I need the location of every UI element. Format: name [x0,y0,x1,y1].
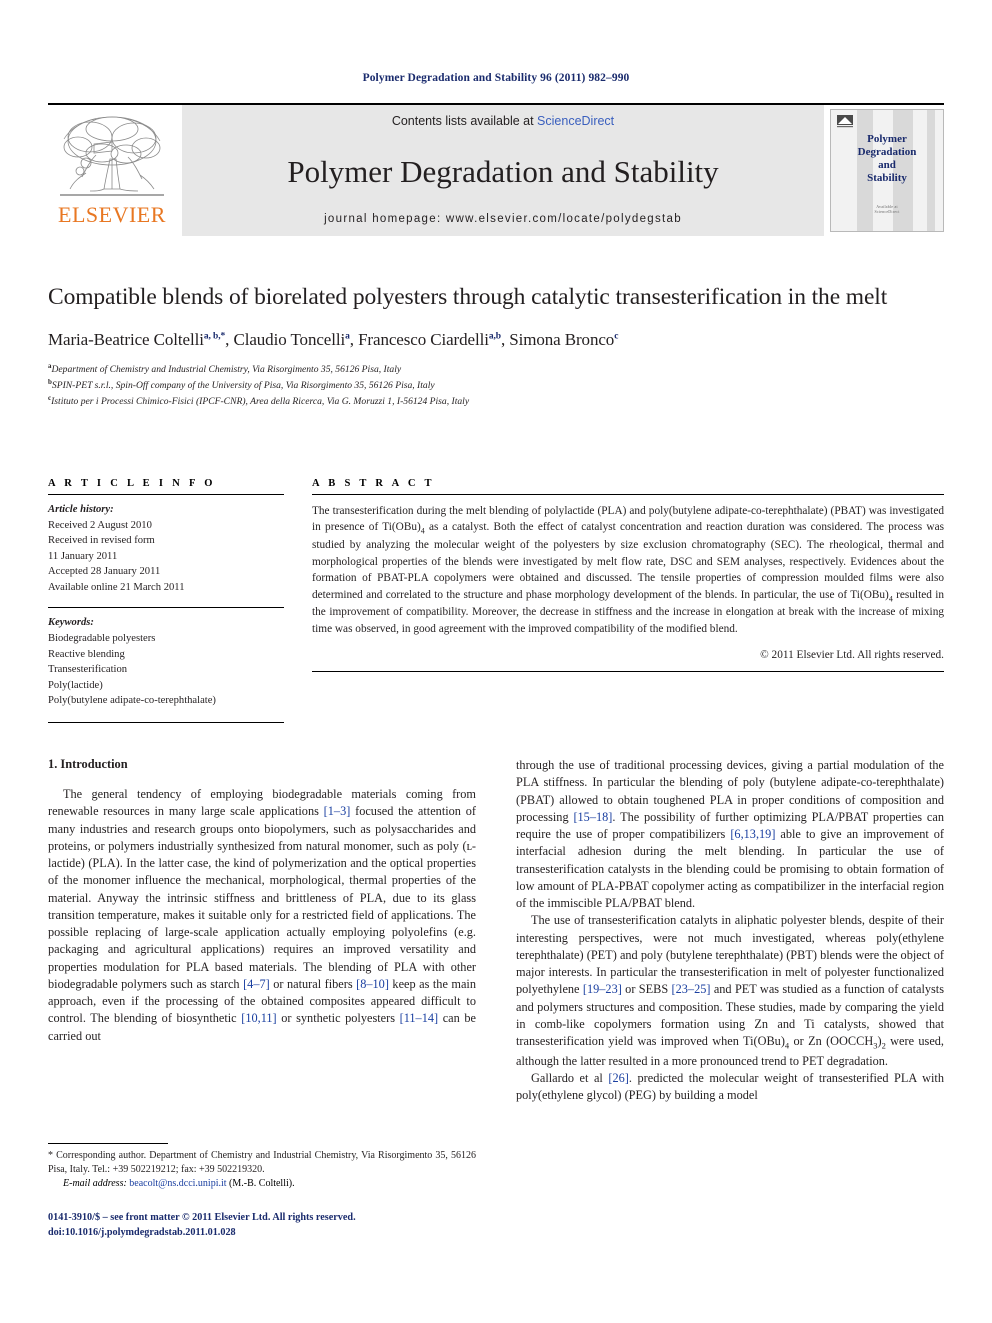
body-paragraph: Gallardo et al [26]. predicted the molec… [516,1070,944,1105]
email-link[interactable]: beacolt@ns.dcci.unipi.it [129,1178,226,1189]
paragraph-text: or natural fibers [269,976,357,991]
affiliation-list: aDepartment of Chemistry and Industrial … [48,361,944,409]
journal-masthead: ELSEVIER Contents lists available at Sci… [48,103,944,236]
abstract-heading: A B S T R A C T [312,478,435,489]
citation-ref[interactable]: [11–14] [400,1011,438,1025]
body-columns: 1. Introduction The general tendency of … [48,757,944,1104]
affiliation-text: Istituto per i Processi Chimico-Fisici (… [51,396,470,408]
author-affil-marker: c [614,331,619,342]
footnote-email-line: E-mail address: beacolt@ns.dcci.unipi.it… [48,1178,476,1189]
elsevier-wordmark: ELSEVIER [58,202,166,227]
article-first-page: Polymer Degradation and Stability 96 (20… [0,0,992,1323]
affiliation-text: Department of Chemistry and Industrial C… [51,364,402,376]
author-name: Claudio Toncelli [233,329,346,349]
elsevier-logo: ELSEVIER [48,105,176,236]
page-title: Compatible blends of biorelated polyeste… [48,284,888,310]
cover-footer-note: Available at ScienceDirect [874,203,900,215]
citation-ref[interactable]: [10,11] [241,1011,276,1025]
body-paragraph: The general tendency of employing biodeg… [48,786,476,1045]
paragraph-text: or SEBS [621,982,672,997]
citation-ref[interactable]: [8–10] [356,977,389,991]
body-column-left: 1. Introduction The general tendency of … [48,757,476,1104]
author-name: Francesco Ciardelli [358,329,489,349]
issn-doi-footer: 0141-3910/$ – see front matter © 2011 El… [48,1210,476,1241]
article-history: Article history: Received 2 August 2010 … [48,495,284,595]
journal-title: Polymer Degradation and Stability [287,154,719,189]
paragraph-text: Gallardo et al [531,1070,609,1085]
article-history-label: Article history: [48,504,114,515]
author-affil-marker: a,b [488,331,501,342]
sciencedirect-link[interactable]: ScienceDirect [537,114,614,128]
body-paragraph: through the use of traditional processin… [516,757,944,912]
doi-line[interactable]: doi:10.1016/j.polymdegradstab.2011.01.02… [48,1225,476,1240]
history-item: Received in revised form [48,535,155,547]
citation-ref[interactable]: [19–23] [583,982,622,996]
abstract-copyright: © 2011 Elsevier Ltd. All rights reserved… [760,649,944,662]
citation-ref[interactable]: [23–25] [672,982,711,996]
issn-line: 0141-3910/$ – see front matter © 2011 El… [48,1212,356,1223]
email-label: E-mail address: [63,1178,127,1190]
citation-ref[interactable]: [1–3] [324,804,351,818]
abstract-column: A B S T R A C T The transesterification … [312,478,944,723]
email-owner: (M.-B. Coltelli). [229,1178,295,1190]
history-item: Received 2 August 2010 [48,519,152,531]
journal-cover-thumbnail: Polymer Degradation and Stability Available… [830,109,944,232]
keyword-item: Transesterification [48,664,128,676]
affiliation-item: cIstituto per i Processi Chimico-Fisici … [48,393,944,409]
keywords-label: Keywords: [48,617,94,629]
author-affil-marker: a [345,331,350,342]
citation-ref[interactable]: [4–7] [243,977,270,991]
body-paragraph: The use of transesterification catalyts … [516,912,944,1070]
author-affil-marker: a, b,* [203,331,226,342]
section-heading-introduction: 1. Introduction [48,757,128,771]
keyword-item: Poly(butylene adipate-co-terephthalate) [48,695,216,707]
article-info-column: A R T I C L E I N F O Article history: R… [48,478,284,723]
contents-lists-line: Contents lists available at ScienceDirec… [182,114,824,128]
running-head: Polymer Degradation and Stability 96 (20… [362,72,630,84]
divider [48,1143,168,1144]
cover-journal-title: Polymer Degradation and Stability [857,133,917,184]
elsevier-tree-icon [56,111,168,203]
keyword-item: Reactive blending [48,648,125,660]
citation-ref[interactable]: [26] [608,1071,629,1085]
history-item: Accepted 28 January 2011 [48,566,161,578]
article-info-heading: A R T I C L E I N F O [48,478,216,489]
title-block: Compatible blends of biorelated polyeste… [48,283,944,409]
history-item: Available online 21 March 2011 [48,581,185,593]
info-abstract-region: A R T I C L E I N F O Article history: R… [48,478,944,723]
author-list: Maria-Beatrice Coltellia, b,*, Claudio T… [48,329,619,349]
keyword-list: Keywords: Biodegradable polyesters React… [48,608,284,708]
citation-ref[interactable]: [6,13,19] [730,827,775,841]
abstract-text: The transesterification during the melt … [312,495,944,637]
paragraph-text: focused the attention of many industries… [48,804,476,991]
author-name: Maria-Beatrice Coltelli [48,329,204,349]
citation-ref[interactable]: [15–18] [573,810,612,824]
contents-lists-prefix: Contents lists available at [391,114,538,128]
journal-band: Contents lists available at ScienceDirec… [182,105,824,236]
body-column-right: through the use of traditional processin… [516,757,944,1104]
affiliation-item: aDepartment of Chemistry and Industrial … [48,361,944,377]
keyword-item: Biodegradable polyesters [48,632,156,644]
keyword-item: Poly(lactide) [48,679,103,691]
history-item: 11 January 2011 [48,550,118,562]
corresponding-author-footnote: * Corresponding author. Department of Ch… [48,1143,476,1189]
cover-elsevier-icon [837,115,853,129]
divider [312,671,944,673]
affiliation-text: SPIN-PET s.r.l., Spin-Off company of the… [51,380,435,392]
divider [48,721,284,723]
affiliation-item: bSPIN-PET s.r.l., Spin-Off company of th… [48,377,944,393]
footnote-text: * Corresponding author. Department of Ch… [48,1150,476,1176]
paragraph-text: or synthetic polyesters [276,1011,400,1026]
journal-homepage-line[interactable]: journal homepage: www.elsevier.com/locat… [182,213,824,225]
paragraph-text: or Zn (OOCCH [789,1034,874,1049]
author-name: Simona Bronco [509,329,615,349]
